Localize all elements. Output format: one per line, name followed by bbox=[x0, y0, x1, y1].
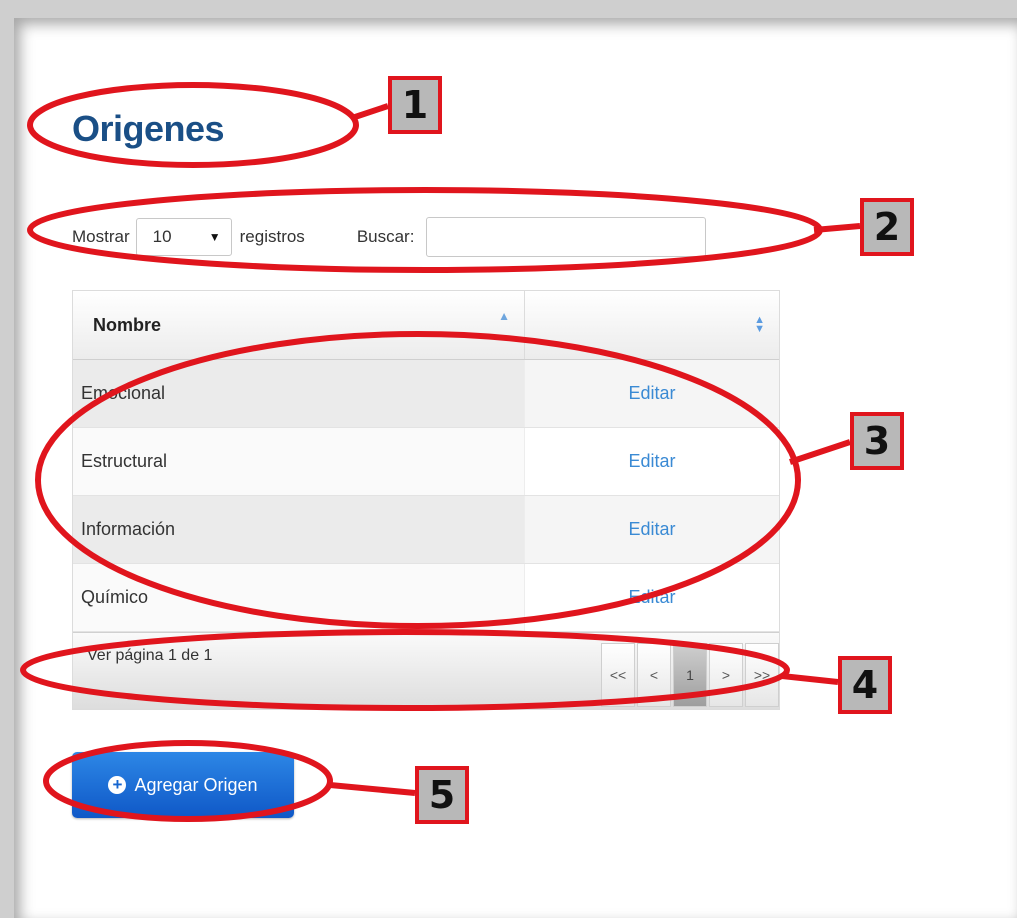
show-label: Mostrar bbox=[72, 227, 130, 246]
last-page-button[interactable]: >> bbox=[745, 643, 779, 707]
first-page-button[interactable]: << bbox=[601, 643, 635, 707]
table-row: Estructural Editar bbox=[73, 428, 779, 496]
chevron-down-icon: ▼ bbox=[208, 230, 221, 244]
page-info: Ver página 1 de 1 bbox=[87, 647, 213, 664]
table-controls: Mostrar 10 ▼ registros Buscar: bbox=[72, 216, 707, 258]
table-row: Emocional Editar bbox=[73, 360, 779, 428]
sort-both-icon: ▲ ▼ bbox=[754, 314, 765, 335]
annotation-callout-3: 3 bbox=[850, 412, 904, 470]
search-input[interactable] bbox=[426, 217, 707, 257]
annotation-callout-4: 4 bbox=[838, 656, 892, 714]
search-label: Buscar: bbox=[356, 227, 415, 246]
prev-page-button[interactable]: < bbox=[637, 643, 671, 707]
row-name: Químico bbox=[73, 564, 525, 631]
row-name: Información bbox=[73, 496, 525, 563]
column-header-nombre[interactable]: Nombre ▲ bbox=[73, 291, 525, 359]
edit-link[interactable]: Editar bbox=[525, 519, 779, 540]
annotation-callout-1: 1 bbox=[388, 76, 442, 134]
annotation-callout-2: 2 bbox=[860, 198, 914, 256]
next-page-button[interactable]: > bbox=[709, 643, 743, 707]
column-label-nombre: Nombre bbox=[93, 314, 162, 335]
page-title: Origenes bbox=[72, 108, 225, 149]
annotation-callout-5: 5 bbox=[415, 766, 469, 824]
sort-asc-icon: ▲ bbox=[498, 309, 510, 323]
column-header-actions[interactable]: ▲ ▼ bbox=[525, 291, 779, 359]
table-footer: Ver página 1 de 1 << < 1 > >> bbox=[73, 632, 779, 709]
plus-circle-icon: + bbox=[108, 776, 127, 794]
table-row: Químico Editar bbox=[73, 564, 779, 632]
table-header: Nombre ▲ ▲ ▼ bbox=[73, 291, 779, 360]
add-origin-button[interactable]: + Agregar Origen bbox=[72, 752, 294, 818]
add-origin-label: Agregar Origen bbox=[134, 774, 258, 795]
edit-link[interactable]: Editar bbox=[525, 451, 779, 472]
table-body: Emocional Editar Estructural Editar Info… bbox=[73, 360, 779, 632]
edit-link[interactable]: Editar bbox=[525, 383, 779, 404]
row-name: Estructural bbox=[73, 428, 525, 495]
page-size-value: 10 bbox=[152, 227, 172, 246]
edit-link[interactable]: Editar bbox=[525, 587, 779, 608]
page-size-select[interactable]: 10 ▼ bbox=[135, 218, 232, 256]
page-1-button[interactable]: 1 bbox=[673, 643, 707, 707]
origins-table: Nombre ▲ ▲ ▼ Emocional Editar Estructural… bbox=[72, 290, 780, 710]
table-row: Información Editar bbox=[73, 496, 779, 564]
records-label: registros bbox=[239, 227, 305, 246]
pagination: << < 1 > >> bbox=[599, 633, 779, 709]
row-name: Emocional bbox=[73, 360, 525, 427]
